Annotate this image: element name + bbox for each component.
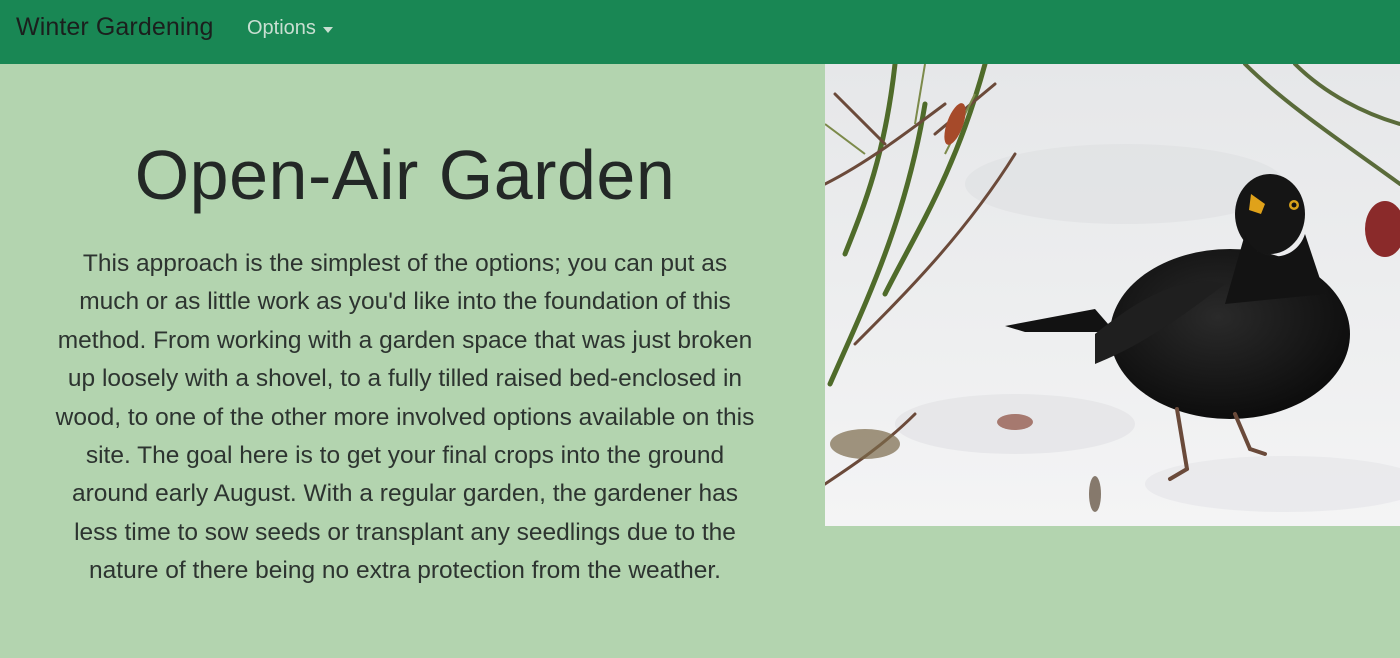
options-dropdown-toggle[interactable]: Options xyxy=(247,17,333,40)
navbar: Winter Gardening Options xyxy=(0,0,1400,64)
description-paragraph: This approach is the simplest of the opt… xyxy=(55,250,755,585)
blackbird-photo xyxy=(825,64,1400,526)
page-title: Open-Air Garden xyxy=(134,136,676,214)
caret-down-icon xyxy=(322,26,333,33)
options-label: Options xyxy=(247,17,316,39)
brand-link[interactable]: Winter Gardening xyxy=(16,13,214,42)
